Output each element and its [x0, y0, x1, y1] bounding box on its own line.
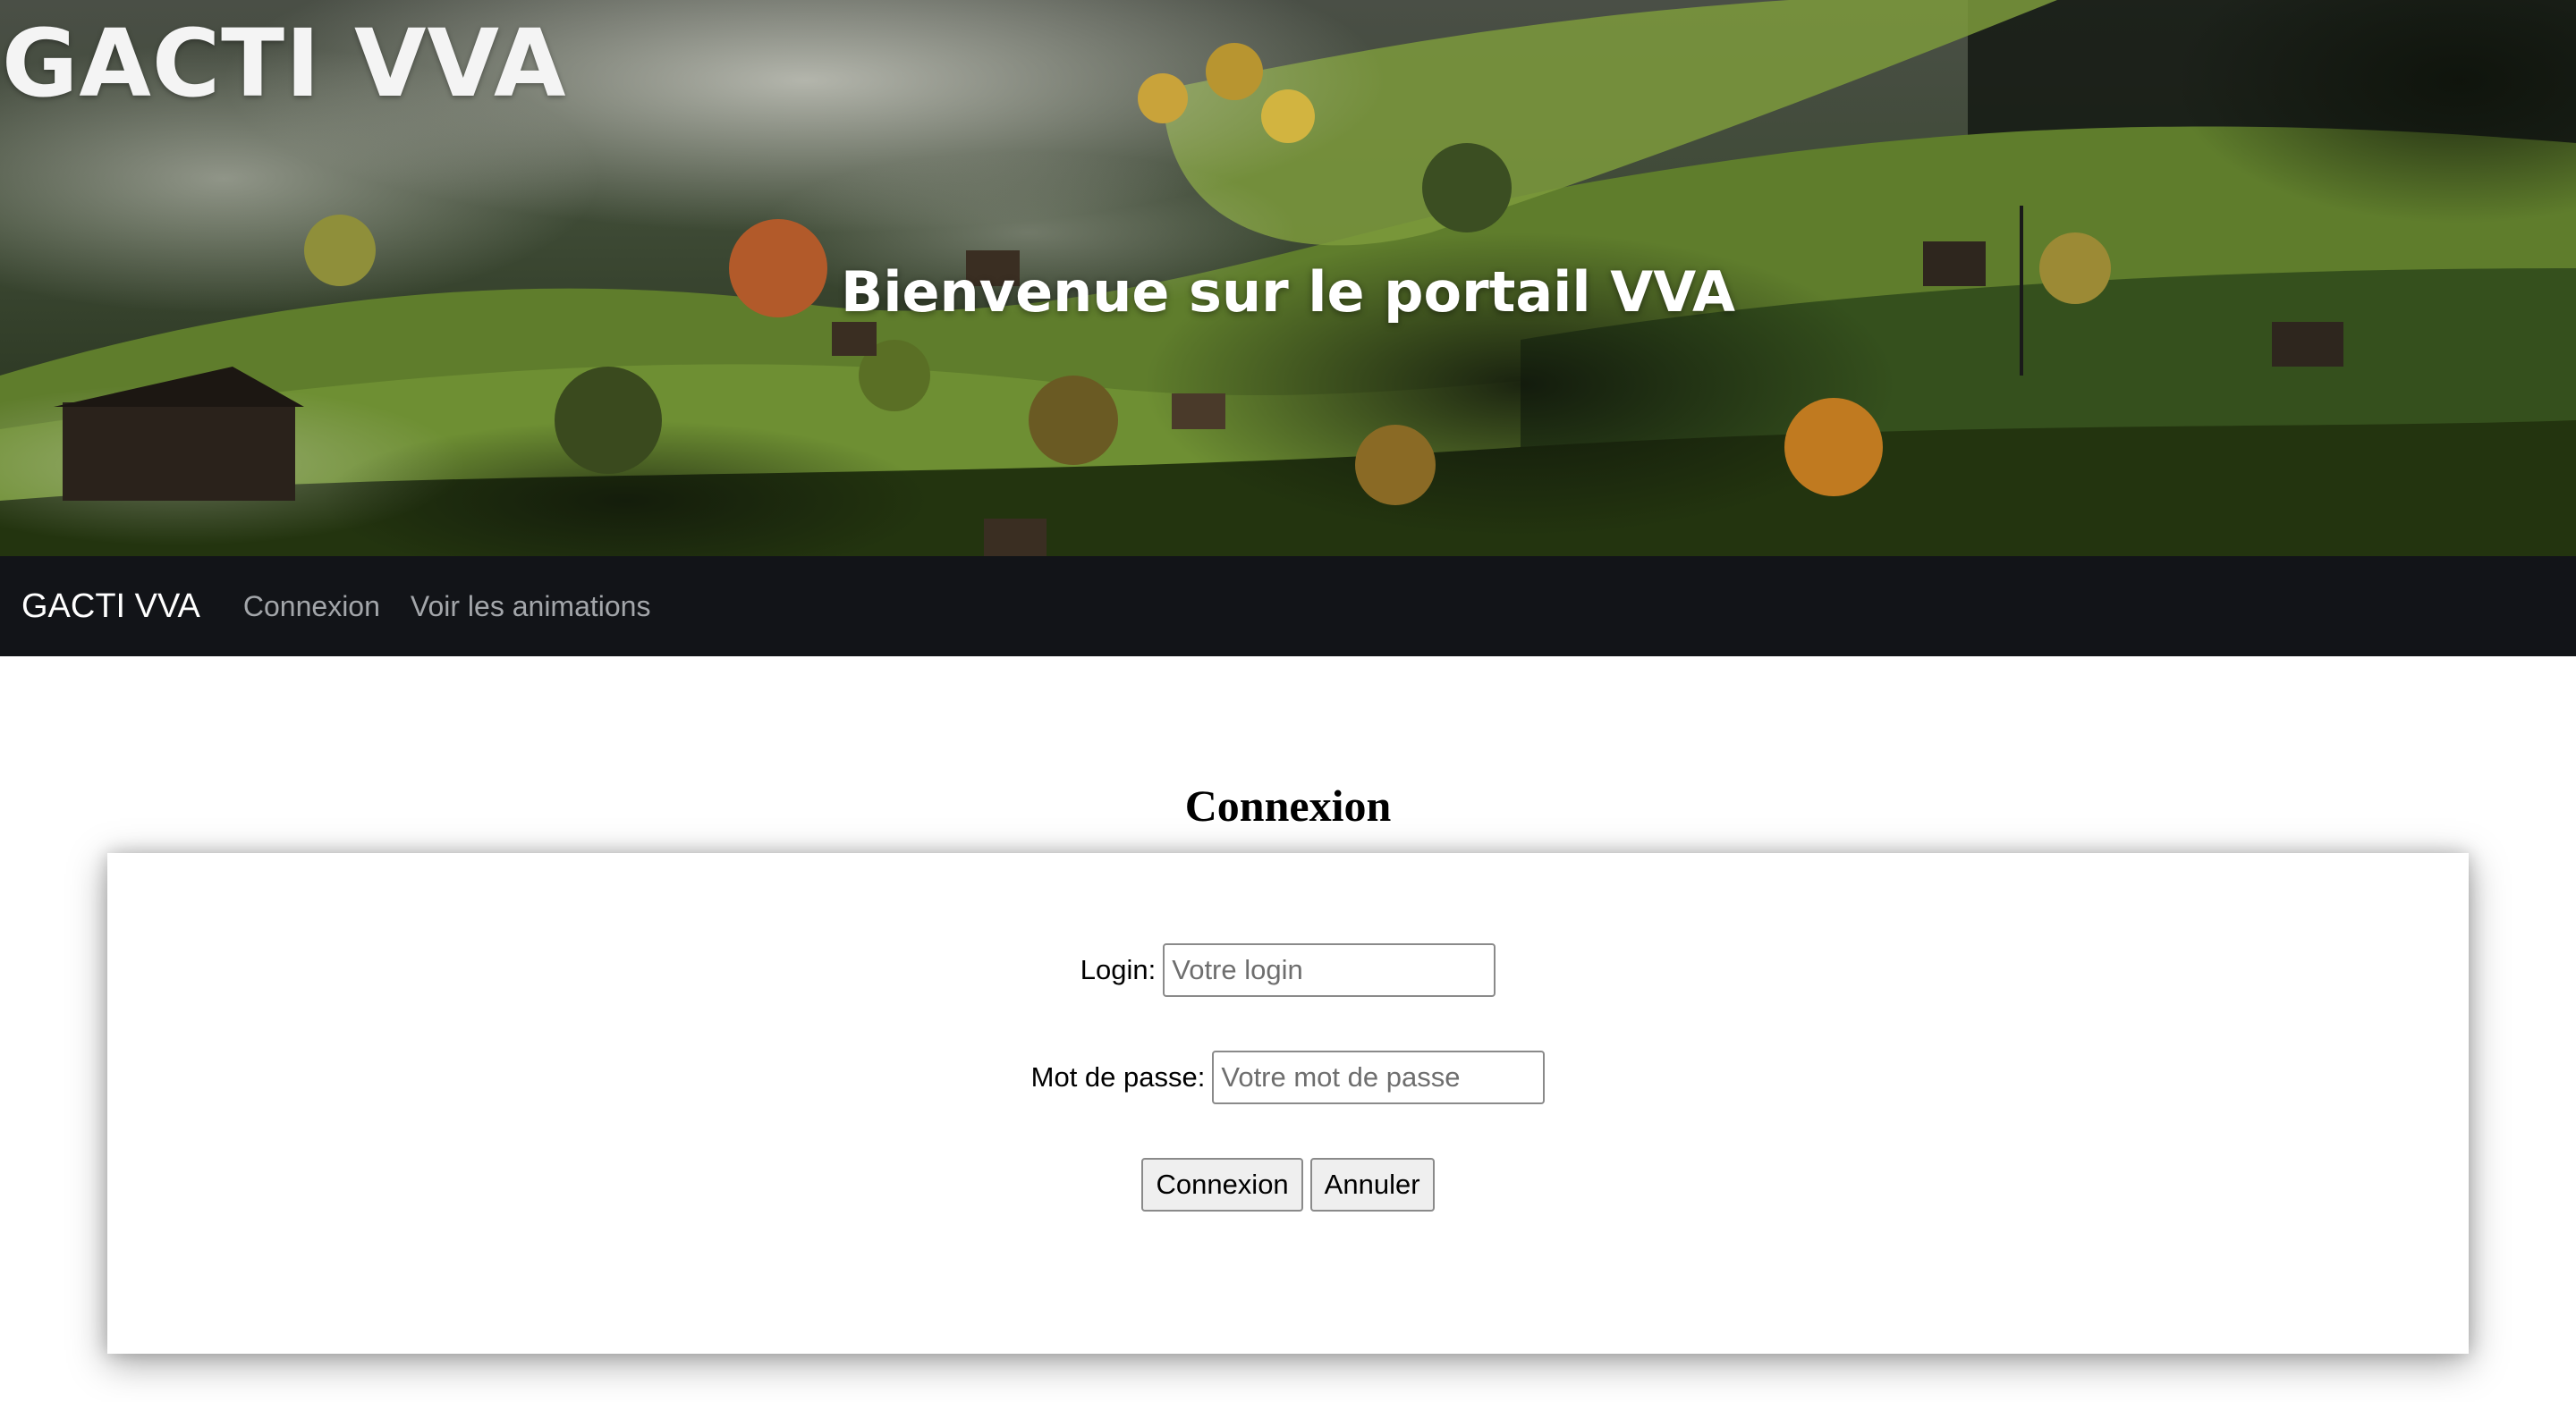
page-title: Connexion [1184, 781, 1392, 831]
cancel-button[interactable]: Annuler [1309, 1158, 1435, 1212]
welcome-heading: Bienvenue sur le portail VVA [840, 259, 1736, 325]
nav-link-connexion[interactable]: Connexion [243, 590, 380, 623]
password-row: Mot de passe: [107, 1051, 2469, 1104]
login-label: Login: [1080, 954, 1157, 985]
buttons-row: Connexion Annuler [107, 1158, 2469, 1212]
password-input[interactable] [1212, 1051, 1546, 1104]
login-row: Login: [107, 943, 2469, 997]
login-card: Login: Mot de passe: Connexion Annuler [107, 853, 2469, 1354]
site-title: GACTI VVA [2, 9, 567, 118]
navbar: GACTI VVA Connexion Voir les animations [0, 556, 2576, 656]
password-label: Mot de passe: [1030, 1061, 1206, 1093]
submit-button[interactable]: Connexion [1141, 1158, 1303, 1212]
navbar-brand[interactable]: GACTI VVA [21, 587, 200, 626]
nav-link-animations[interactable]: Voir les animations [411, 590, 651, 623]
header-banner: GACTI VVA Bienvenue sur le portail VVA [0, 0, 2576, 556]
login-input[interactable] [1163, 943, 1496, 997]
